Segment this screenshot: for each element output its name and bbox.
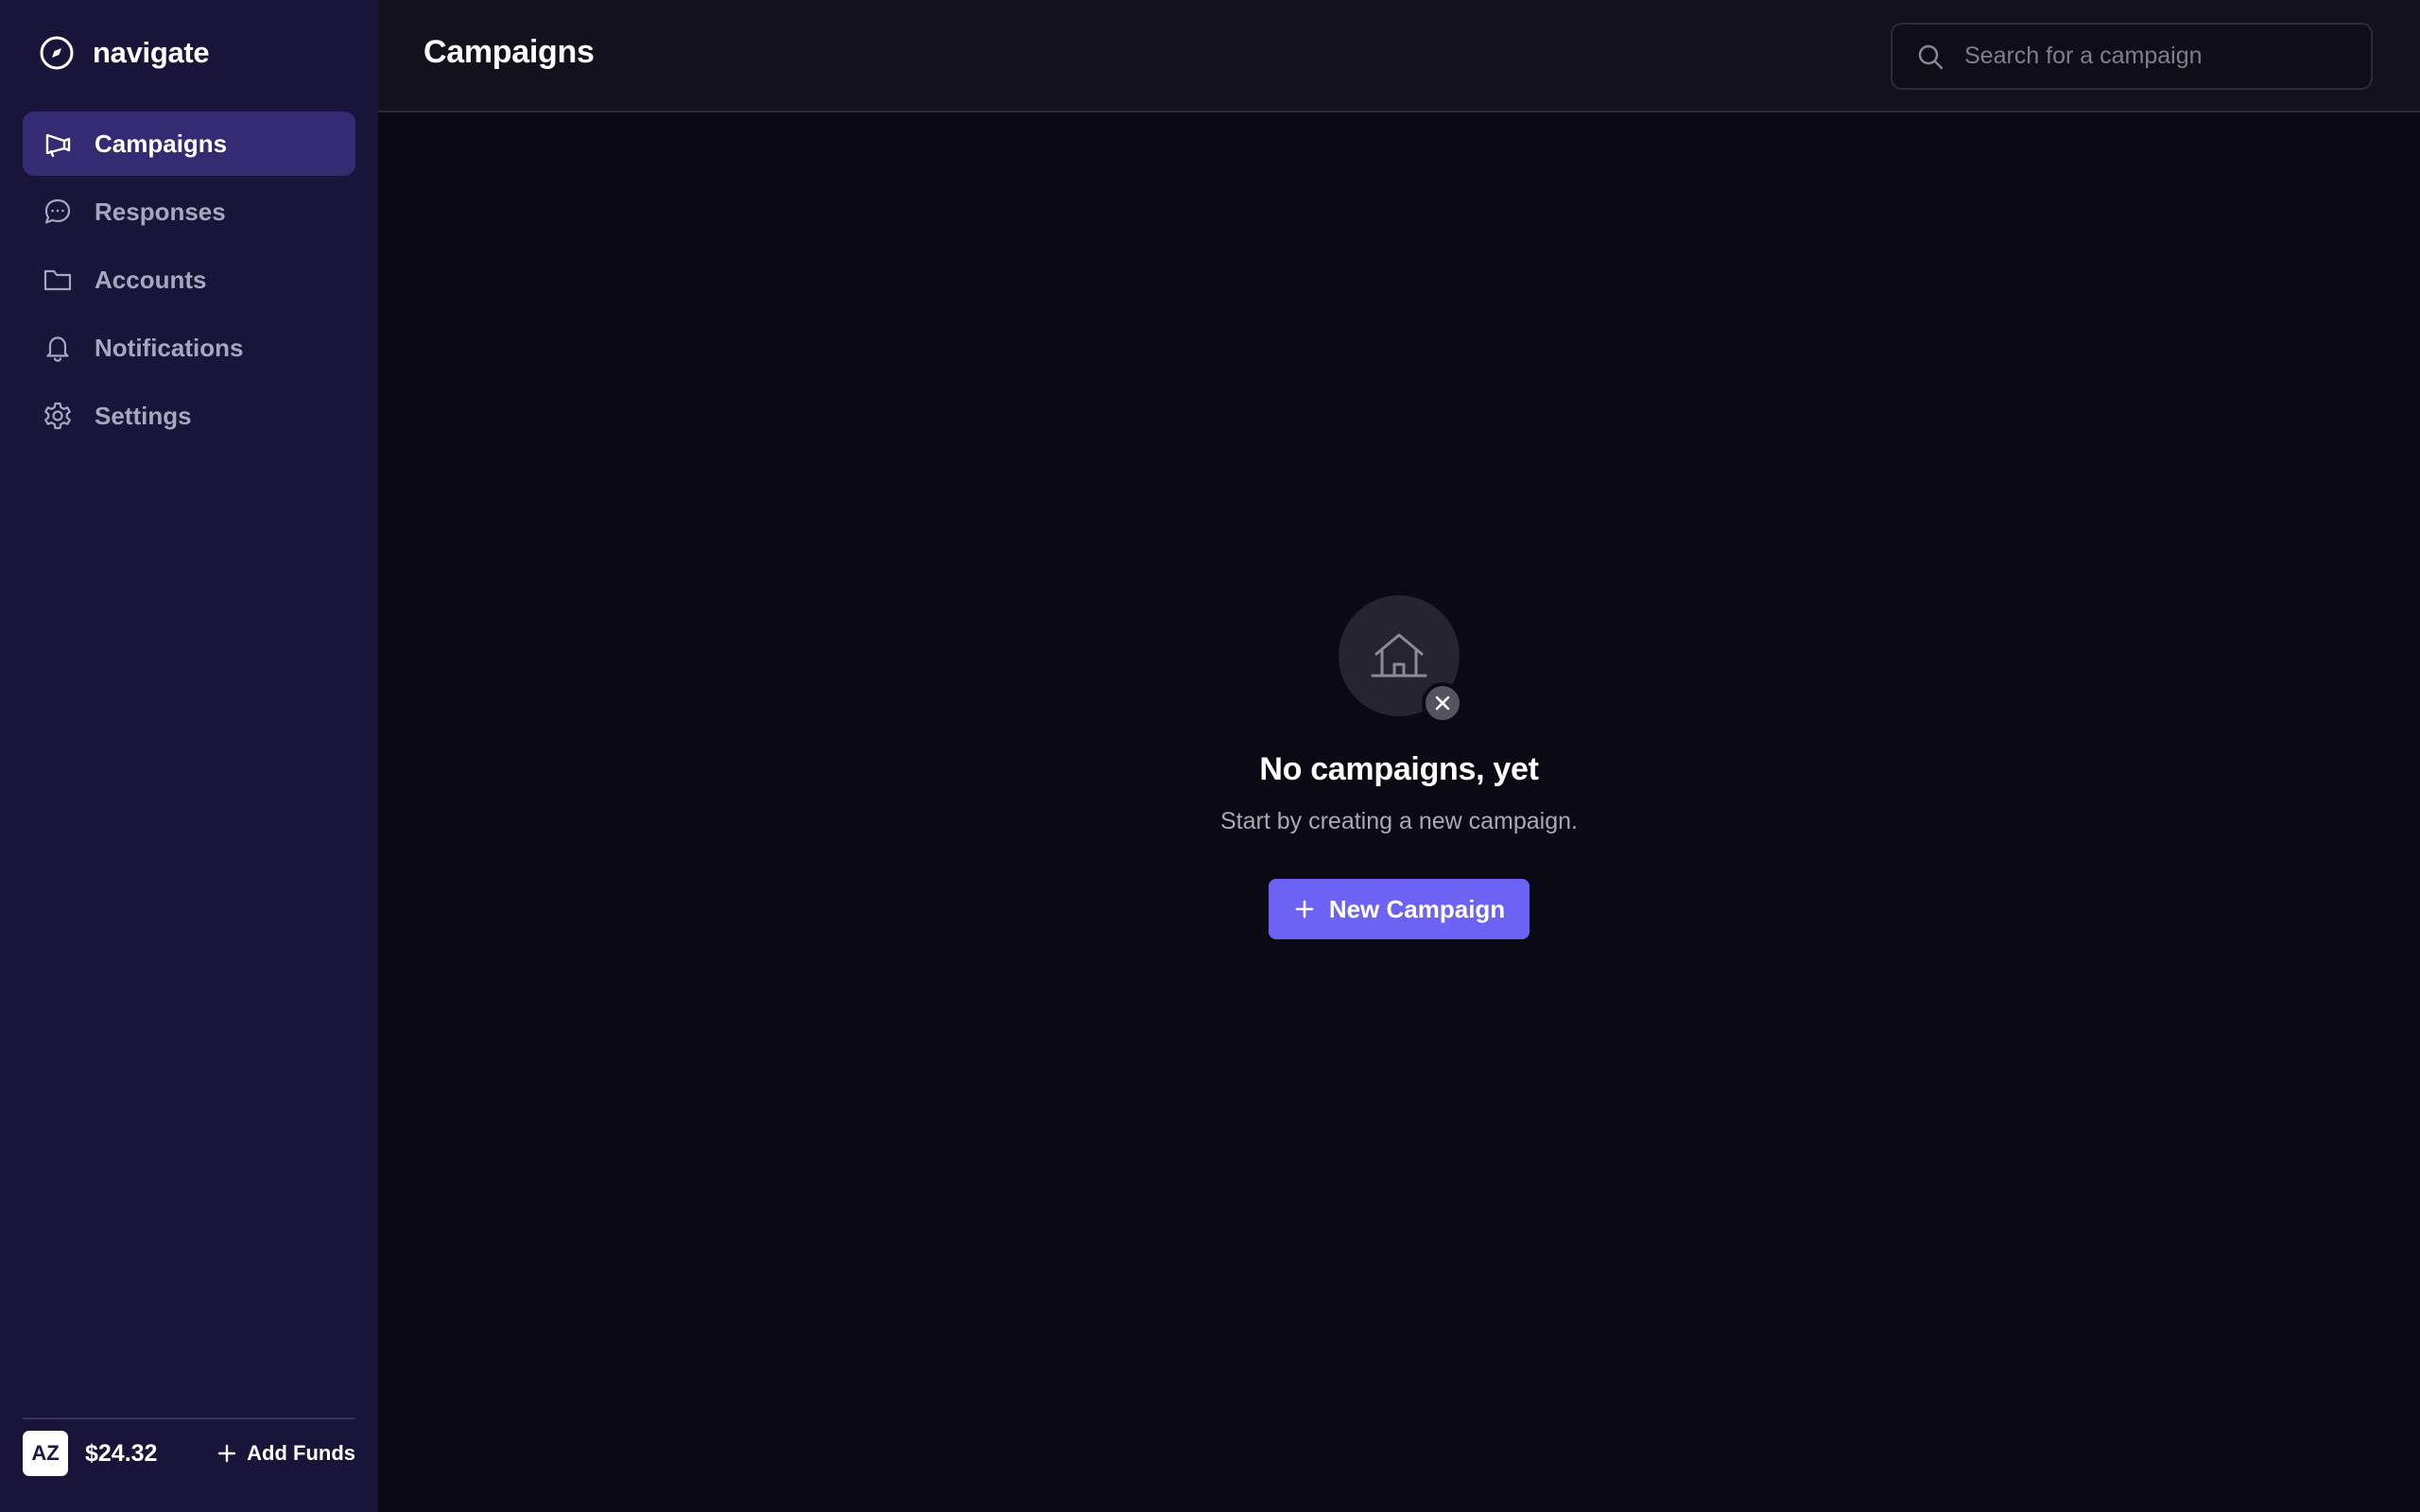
gear-icon [42, 400, 74, 432]
sidebar-item-label: Notifications [95, 333, 244, 362]
chat-bubble-icon [42, 196, 74, 228]
empty-state: No campaigns, yet Start by creating a ne… [378, 113, 2420, 1512]
sidebar-item-campaigns[interactable]: Campaigns [23, 112, 355, 176]
add-funds-label: Add Funds [247, 1441, 355, 1465]
account-balance: $24.32 [85, 1439, 158, 1467]
empty-state-title: No campaigns, yet [1259, 751, 1539, 787]
sidebar-item-accounts[interactable]: Accounts [23, 248, 355, 312]
brand-logo[interactable]: navigate [38, 32, 210, 74]
sidebar-item-label: Responses [95, 197, 226, 226]
add-funds-button[interactable]: Add Funds [216, 1441, 355, 1466]
sidebar-item-responses[interactable]: Responses [23, 180, 355, 244]
search-input[interactable] [1962, 42, 2341, 71]
compass-icon [38, 34, 76, 72]
sidebar-item-label: Campaigns [95, 129, 228, 158]
sidebar-item-settings[interactable]: Settings [23, 384, 355, 448]
bell-icon [42, 332, 74, 364]
search-icon [1915, 42, 1945, 72]
search-box[interactable] [1891, 23, 2373, 90]
sidebar-nav: Campaigns Responses Accounts Notificatio… [23, 112, 355, 452]
folder-icon [42, 264, 74, 296]
avatar[interactable]: AZ [23, 1431, 68, 1476]
new-campaign-button[interactable]: New Campaign [1269, 879, 1530, 939]
sidebar-item-notifications[interactable]: Notifications [23, 316, 355, 380]
new-campaign-label: New Campaign [1328, 894, 1506, 923]
sidebar-footer: AZ $24.32 Add Funds [23, 1418, 355, 1484]
empty-state-illustration [1339, 595, 1463, 724]
sidebar-item-label: Settings [95, 401, 192, 430]
sidebar-item-label: Accounts [95, 265, 207, 294]
page-title: Campaigns [424, 34, 595, 70]
sidebar: navigate Campaigns Responses Accounts No… [0, 0, 378, 1512]
app-name: navigate [93, 36, 210, 69]
page-header: Campaigns [378, 0, 2420, 112]
plus-icon [216, 1443, 237, 1464]
close-icon [1433, 694, 1452, 713]
house-icon [1369, 626, 1429, 686]
empty-state-subtitle: Start by creating a new campaign. [1220, 808, 1578, 834]
plus-icon [1293, 898, 1316, 920]
empty-badge [1422, 682, 1463, 724]
megaphone-icon [42, 128, 74, 160]
